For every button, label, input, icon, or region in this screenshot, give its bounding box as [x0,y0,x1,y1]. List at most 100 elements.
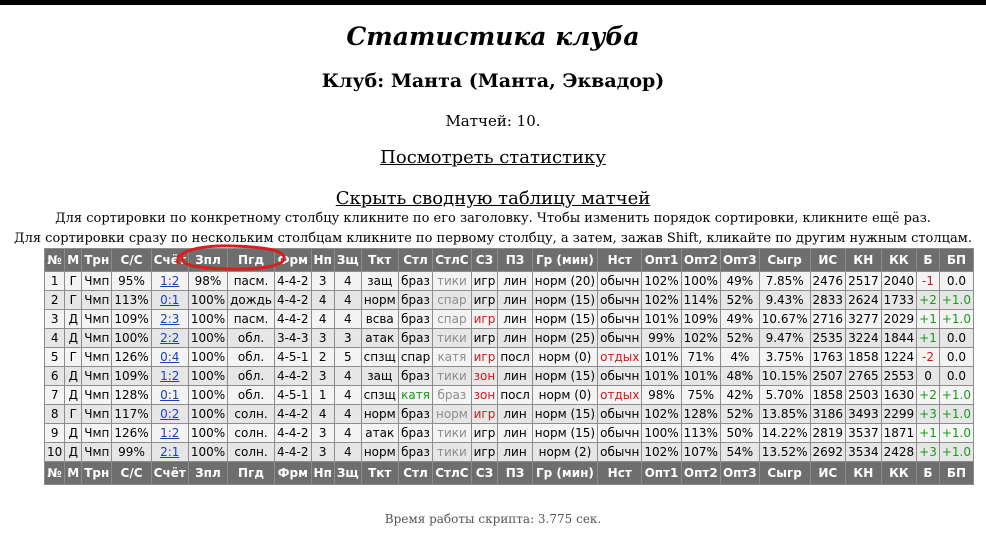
table-row: 2 Г Чмп 113% 0:1 100% дождь 4-4-2 4 4 норм браз спар… [43,290,975,310]
cell-СЗ: зон [470,385,499,405]
match-score-link[interactable]: 2:1 [160,445,179,459]
footer-header-col-7[interactable]: Фрм [273,461,312,485]
footer-header-col-11[interactable]: Стл [397,461,434,485]
header-col-7[interactable]: Фрм [273,248,312,272]
footer-header-col-21[interactable]: ИС [809,461,847,485]
footer-header-col-6[interactable]: Пгд [227,461,275,485]
match-score-link[interactable]: 1:2 [160,426,179,440]
hide-summary-table-link[interactable]: Скрыть сводную таблицу матчей [336,188,651,209]
cell-Опт1: 102% [641,271,682,291]
footer-header-col-8[interactable]: Нп [310,461,335,485]
footer-header-col-12[interactable]: СтлС [432,461,472,485]
header-col-15[interactable]: Гр (мин) [531,248,599,272]
footer-header-col-4[interactable]: Счёт [150,461,189,485]
cell-КК: 2553 [880,366,918,386]
header-col-16[interactable]: Нст [597,248,643,272]
cell-Ткт: защ [360,271,399,291]
header-col-8[interactable]: Нп [310,248,335,272]
header-col-1[interactable]: М [64,248,83,272]
cell-СЗ: игр [470,442,499,462]
cell-Ткт: спзщ [360,347,399,367]
cell-ИС: 1763 [809,347,847,367]
cell-ИС: 2507 [809,366,847,386]
footer-header-col-19[interactable]: Опт3 [719,461,760,485]
header-col-19[interactable]: Опт3 [719,248,760,272]
cell-Пгд: солн. [227,404,275,424]
header-col-25[interactable]: БП [938,248,975,272]
header-col-6[interactable]: Пгд [227,248,275,272]
cell-Трн: Чмп [81,404,113,424]
header-col-9[interactable]: Зщ [333,248,362,272]
header-col-21[interactable]: ИС [809,248,847,272]
footer-header-col-18[interactable]: Опт2 [680,461,721,485]
footer-header-col-13[interactable]: СЗ [470,461,499,485]
match-score-link[interactable]: 1:2 [160,274,179,288]
match-score-link[interactable]: 2:2 [160,331,179,345]
header-col-13[interactable]: СЗ [470,248,499,272]
cell-СтлС: тики [432,423,472,443]
cell-Зпл: 98% [187,271,229,291]
header-col-2[interactable]: Трн [81,248,113,272]
cell-ПЗ: лин [497,271,533,291]
header-col-10[interactable]: Ткт [360,248,399,272]
cell-М: Г [64,347,83,367]
header-col-4[interactable]: Счёт [150,248,189,272]
cell-КК: 1844 [880,328,918,348]
cell-БП: 0.0 [938,347,975,367]
cell-Гр (мин): норм (2) [531,442,599,462]
header-col-22[interactable]: КН [845,248,882,272]
footer-header-col-17[interactable]: Опт1 [641,461,682,485]
footer-header-col-22[interactable]: КН [845,461,882,485]
view-stats-link[interactable]: Посмотреть статистику [380,147,606,168]
header-col-12[interactable]: СтлС [432,248,472,272]
cell-Зпл: 100% [187,404,229,424]
cell-Опт3: 48% [719,366,760,386]
match-score-link[interactable]: 0:1 [160,388,179,402]
header-col-3[interactable]: С/С [111,248,152,272]
cell-С/С: 126% [111,347,152,367]
cell-Стл: браз [397,309,434,329]
footer-header-col-2[interactable]: Трн [81,461,113,485]
footer-header-col-5[interactable]: Зпл [187,461,229,485]
header-col-5[interactable]: Зпл [187,248,229,272]
header-col-17[interactable]: Опт1 [641,248,682,272]
footer-header-col-10[interactable]: Ткт [360,461,399,485]
footer-header-col-9[interactable]: Зщ [333,461,362,485]
footer-header-col-14[interactable]: ПЗ [497,461,533,485]
footer-header-col-15[interactable]: Гр (мин) [531,461,599,485]
cell-Опт1: 102% [641,404,682,424]
footer-header-col-25[interactable]: БП [938,461,975,485]
header-col-18[interactable]: Опт2 [680,248,721,272]
footer-header-col-0[interactable]: № [43,461,66,485]
footer-header-col-24[interactable]: Б [916,461,940,485]
match-score-link[interactable]: 0:1 [160,293,179,307]
cell-Опт3: 54% [719,442,760,462]
footer-header-col-16[interactable]: Нст [597,461,643,485]
footer-header-col-3[interactable]: С/С [111,461,152,485]
cell-Опт2: 128% [680,404,721,424]
header-col-23[interactable]: КК [880,248,918,272]
header-col-20[interactable]: Сыгр [758,248,811,272]
header-col-0[interactable]: № [43,248,66,272]
header-col-11[interactable]: Стл [397,248,434,272]
footer-header-col-23[interactable]: КК [880,461,918,485]
cell-М: Г [64,271,83,291]
header-col-14[interactable]: ПЗ [497,248,533,272]
footer-header-col-20[interactable]: Сыгр [758,461,811,485]
cell-Нп: 3 [310,423,335,443]
footer-header-col-1[interactable]: М [64,461,83,485]
cell-М: Д [64,328,83,348]
match-score-link[interactable]: 0:4 [160,350,179,364]
match-score-link[interactable]: 1:2 [160,369,179,383]
cell-ПЗ: лин [497,309,533,329]
match-score-link[interactable]: 0:2 [160,407,179,421]
cell-Б: +1 [916,423,940,443]
cell-Ткт: атак [360,328,399,348]
cell-Фрм: 4-4-2 [273,309,312,329]
cell-М: Д [64,366,83,386]
match-score-link[interactable]: 2:3 [160,312,179,326]
cell-Гр (мин): норм (15) [531,404,599,424]
cell-ПЗ: лин [497,366,533,386]
cell-С/С: 113% [111,290,152,310]
header-col-24[interactable]: Б [916,248,940,272]
